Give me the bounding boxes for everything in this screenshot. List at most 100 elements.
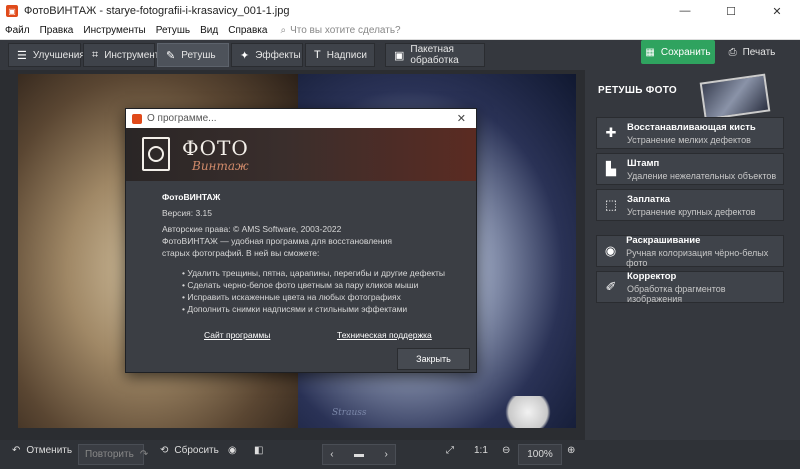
- window-controls: — ☐ ✕: [662, 0, 800, 22]
- corrector-icon: ✐: [605, 279, 617, 294]
- feature-item: • Сделать черно-белое фото цветным за па…: [182, 280, 419, 290]
- tab-retouch[interactable]: ✎ Ретушь: [157, 43, 229, 67]
- feature-item: • Удалить трещины, пятна, царапины, пере…: [182, 268, 446, 278]
- logo-subtext: Винтаж: [192, 159, 249, 173]
- eye-icon: ◉: [228, 445, 237, 456]
- dialog-close-label: Закрыть: [416, 354, 451, 364]
- tool-stamp[interactable]: ▙ Штамп Удаление нежелательных объектов: [596, 153, 784, 185]
- batch-icon: ▣: [394, 49, 405, 62]
- tab-enhancements[interactable]: ☰ Улучшения: [8, 43, 85, 67]
- tool-patch[interactable]: ⬚ Заплатка Устранение крупных дефектов: [596, 189, 784, 221]
- maximize-button[interactable]: ☐: [708, 0, 754, 22]
- next-icon[interactable]: ›: [384, 449, 387, 460]
- close-window-button[interactable]: ✕: [754, 0, 800, 22]
- healing-brush-icon: ✚: [605, 125, 617, 140]
- zoom-out-button[interactable]: ⊖: [502, 445, 510, 456]
- menu-edit[interactable]: Правка: [35, 25, 79, 36]
- zoom-out-icon: ⊖: [502, 445, 511, 456]
- tool-subtitle: Устранение мелких дефектов: [627, 134, 751, 145]
- tab-text-label: Надписи: [326, 49, 367, 61]
- logo-text: ФОТО: [182, 136, 249, 160]
- actual-size-button[interactable]: 1:1: [474, 445, 488, 456]
- save-label: Сохранить: [660, 46, 711, 58]
- text-icon: T: [314, 49, 321, 61]
- feature-list: • Удалить трещины, пятна, царапины, пере…: [162, 267, 476, 315]
- photo-flower-detail: [500, 396, 556, 428]
- website-link[interactable]: Сайт программы: [204, 330, 270, 340]
- tool-title: Заплатка: [627, 193, 670, 205]
- print-label: Печать: [742, 46, 776, 58]
- photo-signature: Strauss: [332, 408, 367, 418]
- zoom-in-button[interactable]: ⊕: [567, 445, 575, 456]
- app-name: ФотоВИНТАЖ: [162, 192, 221, 202]
- compare-icon: ◧: [254, 445, 264, 456]
- tab-text[interactable]: T Надписи: [305, 43, 375, 67]
- sparkle-icon: ✦: [240, 49, 250, 62]
- menu-view[interactable]: Вид: [195, 25, 223, 36]
- menu-tools[interactable]: Инструменты: [78, 25, 150, 36]
- dialog-close-button[interactable]: Закрыть: [397, 348, 470, 370]
- folder-icon[interactable]: ▬: [354, 449, 364, 460]
- save-button[interactable]: ▦ Сохранить: [641, 40, 715, 64]
- tab-retouch-label: Ретушь: [181, 49, 216, 61]
- tool-title: Раскрашивание: [626, 234, 701, 246]
- window-title: ФотоВИНТАЖ - starye-fotografii-i-krasavi…: [24, 5, 290, 17]
- patch-icon: ⬚: [604, 197, 618, 212]
- app-version: Версия: 3.15: [162, 208, 212, 218]
- preview-toggle[interactable]: ◉: [228, 445, 237, 456]
- menu-retouch[interactable]: Ретушь: [151, 25, 195, 36]
- tool-subtitle: Удаление нежелательных объектов: [627, 170, 777, 181]
- undo-button[interactable]: ↶ Отменить: [12, 445, 72, 456]
- save-icon: ▦: [645, 46, 655, 58]
- tool-healing-brush[interactable]: ✚ Восстанавливающая кисть Устранение мел…: [596, 117, 784, 149]
- menu-search[interactable]: ⌕ Что вы хотите сделать?: [280, 25, 400, 36]
- menu-help[interactable]: Справка: [223, 25, 272, 36]
- reset-label: Сбросить: [174, 445, 219, 456]
- sliders-icon: ☰: [17, 49, 27, 62]
- tool-title: Восстанавливающая кисть: [627, 121, 756, 133]
- feature-item: • Исправить искаженные цвета на любых фо…: [182, 292, 401, 302]
- app-logo-icon: ▣: [6, 5, 18, 17]
- file-navigator: ‹ ▬ ›: [322, 444, 396, 465]
- tool-colorize[interactable]: ◉ Раскрашивание Ручная колоризация чёрно…: [596, 234, 784, 268]
- zoom-value: 100%: [527, 449, 553, 460]
- fit-screen-button[interactable]: ⤢: [446, 445, 454, 456]
- app-copyright: Авторские права: © AMS Software, 2003-20…: [162, 224, 342, 234]
- tab-tools[interactable]: ⌗ Инструменты: [83, 43, 167, 67]
- feature-item: • Дополнить снимки надписями и стильными…: [182, 304, 408, 314]
- zoom-level-field[interactable]: 100%: [518, 444, 562, 465]
- search-placeholder: Что вы хотите сделать?: [290, 25, 401, 36]
- about-dialog: О программе... ✕ ФОТО Винтаж ФотоВИНТАЖ …: [125, 108, 477, 373]
- menu-bar: Файл Правка Инструменты Ретушь Вид Справ…: [0, 22, 800, 40]
- reset-icon: ⟲: [160, 445, 169, 456]
- minimize-button[interactable]: —: [662, 0, 708, 22]
- tool-subtitle: Устранение крупных дефектов: [627, 206, 756, 217]
- camera-logo-icon: [142, 137, 170, 171]
- undo-icon: ↶: [12, 445, 21, 456]
- tab-batch[interactable]: ▣ Пакетная обработка: [385, 43, 485, 67]
- redo-button[interactable]: Повторить ↷: [78, 444, 148, 465]
- crop-icon: ⌗: [92, 48, 99, 61]
- reset-button[interactable]: ⟲ Сбросить: [160, 445, 219, 456]
- dialog-title: О программе...: [147, 113, 217, 124]
- tab-effects-label: Эффекты: [255, 49, 301, 61]
- search-icon: ⌕: [280, 25, 287, 36]
- compare-toggle[interactable]: ◧: [254, 445, 263, 456]
- support-link[interactable]: Техническая поддержка: [337, 330, 432, 340]
- ratio-label: 1:1: [474, 445, 488, 456]
- fit-screen-icon: ⤢: [446, 445, 454, 456]
- window-titlebar: ▣ ФотоВИНТАЖ - starye-fotografii-i-krasa…: [0, 0, 800, 22]
- tool-corrector[interactable]: ✐ Корректор Обработка фрагментов изображ…: [596, 271, 784, 304]
- dialog-close-icon[interactable]: ✕: [457, 112, 466, 125]
- zoom-in-icon: ⊕: [567, 445, 576, 456]
- print-button[interactable]: ⎙ Печать: [721, 40, 783, 64]
- prev-icon[interactable]: ‹: [330, 449, 333, 460]
- dialog-titlebar: О программе... ✕: [126, 109, 476, 128]
- app-description: ФотоВИНТАЖ — удобная программа для восст…: [162, 236, 392, 258]
- tab-effects[interactable]: ✦ Эффекты: [231, 43, 303, 67]
- menu-file[interactable]: Файл: [0, 25, 35, 36]
- printer-icon: ⎙: [728, 46, 737, 58]
- tab-enhancements-label: Улучшения: [32, 49, 85, 61]
- dialog-body: ФотоВИНТАЖ Версия: 3.15 Авторские права:…: [126, 181, 476, 315]
- undo-label: Отменить: [26, 445, 73, 456]
